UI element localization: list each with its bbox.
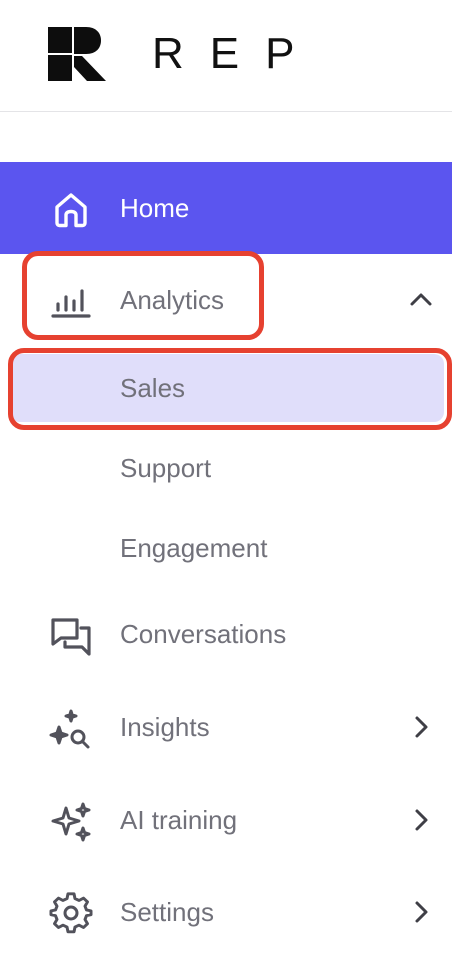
chat-bubbles-icon: [51, 618, 91, 656]
sidebar-item-label: AI training: [120, 805, 238, 835]
sidebar-item-label: Insights: [120, 712, 210, 742]
sidebar-subitem-label: Support: [120, 453, 212, 483]
sidebar-item-ai-training[interactable]: AI training: [0, 774, 452, 866]
sidebar-item-label: Home: [120, 193, 190, 223]
sidebar-item-conversations[interactable]: Conversations: [0, 588, 452, 680]
gear-icon: [49, 892, 93, 934]
chevron-right-icon[interactable]: [408, 807, 434, 833]
sidebar-subitem-engagement[interactable]: Engagement: [0, 508, 452, 588]
sparkle-search-icon: [49, 709, 90, 749]
sparkles-icon: [51, 802, 91, 842]
sidebar-item-label: Conversations: [120, 619, 287, 649]
rep-logo-icon[interactable]: [48, 27, 106, 81]
selected-highlight: [10, 354, 444, 422]
sidebar-item-label: Analytics: [120, 285, 225, 315]
sidebar-subitem-label: Engagement: [120, 533, 268, 563]
sidebar-item-settings[interactable]: Settings: [0, 866, 452, 958]
sidebar-item-analytics[interactable]: Analytics: [0, 254, 452, 346]
chevron-right-icon[interactable]: [408, 899, 434, 925]
sidebar-item-label: Settings: [120, 897, 214, 927]
home-icon: [55, 193, 87, 228]
chevron-right-icon[interactable]: [408, 714, 434, 740]
sidebar-subitem-support[interactable]: Support: [0, 428, 452, 508]
sidebar-subitem-sales[interactable]: Sales: [0, 350, 452, 430]
chevron-up-icon[interactable]: [408, 287, 434, 313]
sidebar-item-home[interactable]: Home: [0, 162, 452, 254]
brand-name: REP: [152, 29, 321, 78]
sidebar-item-insights[interactable]: Insights: [0, 681, 452, 773]
sidebar-subitem-label: Sales: [120, 373, 186, 403]
sidebar-header: REP: [0, 0, 452, 112]
bar-chart-icon: [51, 289, 91, 318]
